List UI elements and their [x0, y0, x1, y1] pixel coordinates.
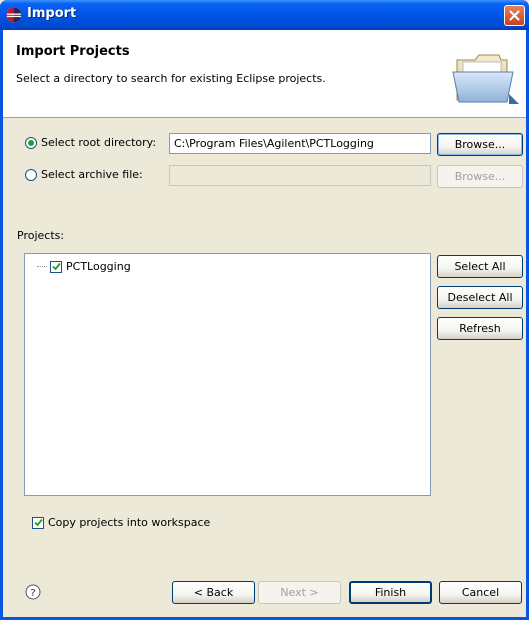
project-checkbox[interactable]: [50, 260, 62, 273]
copy-into-workspace-option[interactable]: Copy projects into workspace: [32, 516, 210, 529]
deselect-all-label: Deselect All: [447, 291, 513, 304]
copy-label: Copy projects into workspace: [48, 516, 211, 529]
root-browse-label: Browse...: [454, 138, 506, 151]
root-directory-input[interactable]: C:\Program Files\Agilent\PCTLogging: [169, 133, 431, 154]
next-button[interactable]: Next >: [258, 581, 341, 604]
page-title: Import Projects: [16, 44, 130, 59]
next-label: Next >: [280, 586, 319, 599]
import-dialog: Import Import Projects Select a director…: [0, 0, 529, 620]
window-title: Import: [27, 6, 77, 21]
back-label: < Back: [193, 586, 234, 599]
folder-icon: [451, 42, 523, 114]
archive-file-label: Select archive file:: [41, 168, 143, 181]
dialog-content: Import Projects Select a directory to se…: [3, 30, 526, 617]
title-bar[interactable]: Import: [0, 0, 529, 30]
finish-button[interactable]: Finish: [349, 581, 432, 604]
project-name: PCTLogging: [66, 260, 131, 273]
projects-label: Projects:: [17, 229, 65, 242]
refresh-button[interactable]: Refresh: [437, 317, 523, 340]
wizard-banner: Import Projects Select a directory to se…: [3, 30, 526, 118]
copy-checkbox[interactable]: [32, 516, 44, 529]
finish-label: Finish: [374, 586, 407, 599]
back-button[interactable]: < Back: [172, 581, 255, 604]
cancel-label: Cancel: [461, 586, 500, 599]
select-all-button[interactable]: Select All: [437, 255, 523, 278]
root-directory-radio[interactable]: [25, 136, 37, 149]
root-directory-label: Select root directory:: [41, 136, 157, 149]
tree-connector: [37, 266, 47, 267]
tree-item[interactable]: PCTLogging: [37, 260, 131, 273]
root-directory-option[interactable]: Select root directory:: [25, 136, 156, 149]
archive-file-radio[interactable]: [25, 168, 37, 181]
refresh-label: Refresh: [459, 322, 501, 335]
cancel-button[interactable]: Cancel: [439, 581, 522, 604]
archive-browse-button[interactable]: Browse...: [437, 165, 523, 188]
page-description: Select a directory to search for existin…: [16, 72, 326, 85]
projects-tree[interactable]: PCTLogging: [24, 253, 431, 496]
close-button[interactable]: [504, 5, 525, 26]
archive-file-input[interactable]: [169, 165, 431, 186]
eclipse-icon: [6, 7, 22, 23]
help-icon[interactable]: ?: [25, 584, 41, 600]
archive-browse-label: Browse...: [454, 170, 506, 183]
archive-file-option[interactable]: Select archive file:: [25, 168, 143, 181]
root-browse-button[interactable]: Browse...: [437, 133, 523, 156]
select-all-label: Select All: [454, 260, 506, 273]
checkmark-icon: [51, 262, 61, 271]
checkmark-icon: [33, 518, 43, 527]
svg-text:?: ?: [30, 588, 35, 599]
close-icon: [509, 10, 520, 21]
deselect-all-button[interactable]: Deselect All: [437, 286, 523, 309]
